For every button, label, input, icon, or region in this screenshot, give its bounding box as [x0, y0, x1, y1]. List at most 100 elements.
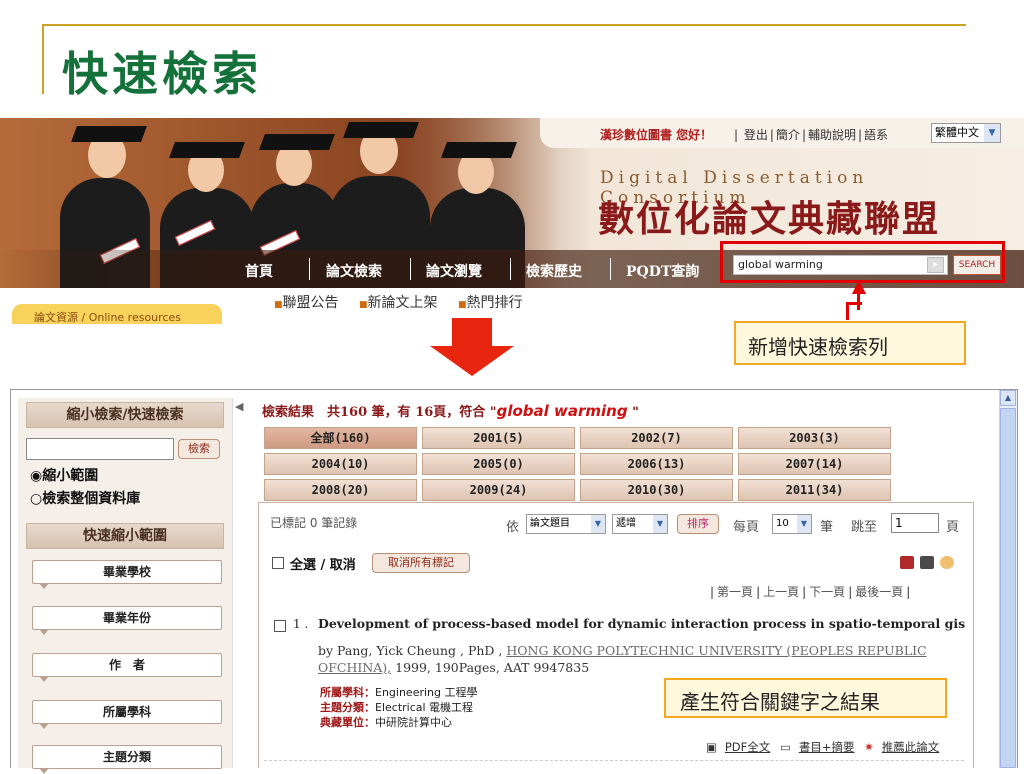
tab-2006[interactable]: 2006(13): [580, 453, 733, 475]
last-page-link[interactable]: 最後一頁: [855, 585, 903, 599]
chevron-down-icon: ▼: [591, 515, 605, 533]
tab-2011[interactable]: 2011(34): [738, 479, 891, 501]
book-icon: ▭: [779, 740, 791, 754]
per-page-unit: 筆: [820, 520, 834, 535]
scroll-up-icon[interactable]: ▲: [1000, 390, 1016, 406]
tab-2010[interactable]: 2010(30): [580, 479, 733, 501]
search-button[interactable]: SEARCH: [953, 255, 1001, 275]
facet-author[interactable]: 作 者: [32, 653, 222, 682]
nav-separator: [309, 258, 310, 280]
sort-order-select[interactable]: 遞增 ▼: [612, 514, 668, 534]
facet-year[interactable]: 畢業年份: [32, 606, 222, 635]
about-link[interactable]: 簡介: [776, 128, 800, 142]
tab-2008[interactable]: 2008(20): [264, 479, 417, 501]
ranking-link[interactable]: ■熱門排行: [458, 295, 523, 311]
brand-chinese: 數位化論文典藏聯盟: [598, 198, 941, 240]
quick-search-input[interactable]: global warming: [733, 255, 948, 275]
slide-title: 快速檢索: [62, 47, 262, 101]
save-icon[interactable]: [900, 556, 914, 569]
next-page-link[interactable]: 下一頁: [809, 585, 845, 599]
narrow-search-input[interactable]: [26, 438, 174, 460]
recommend-icon: ✷: [864, 740, 874, 754]
callout-new-search-bar: 新增快速檢索列: [734, 321, 966, 365]
sub-links: ■聯盟公告 ■新論文上架 ■熱門排行: [274, 292, 538, 312]
record-title[interactable]: Development of process-based model for d…: [318, 616, 965, 631]
chevron-down-icon: ▼: [797, 515, 811, 533]
language-select[interactable]: 繁體中文 ▼: [931, 123, 1001, 143]
radio-checked-icon: ◉: [30, 468, 43, 484]
meta-discipline: 所屬學科：Engineering 工程學: [320, 686, 478, 699]
chevron-down-icon[interactable]: ▼: [984, 124, 1000, 142]
meta-holding: 典藏單位：中研院計算中心: [320, 716, 452, 729]
logout-link[interactable]: 登出: [744, 128, 768, 142]
nav-home[interactable]: 首頁: [245, 261, 273, 281]
title-rule: [42, 24, 966, 26]
radio-unchecked-icon: ○: [30, 491, 43, 507]
new-theses-link[interactable]: ■新論文上架: [359, 295, 438, 311]
narrow-search-header: 縮小檢索/快速檢索: [26, 402, 224, 428]
radio-narrow[interactable]: ◉縮小範圍: [30, 465, 98, 485]
select-all-checkbox[interactable]: [272, 557, 284, 569]
jump-label: 跳至: [851, 520, 878, 535]
print-icon[interactable]: [920, 556, 934, 569]
email-icon[interactable]: [940, 556, 954, 569]
jump-unit: 頁: [946, 520, 960, 535]
facet-subject[interactable]: 主題分類: [32, 745, 222, 774]
pdf-icon: ▣: [706, 740, 717, 754]
quick-narrow-header: 快速縮小範圍: [26, 523, 224, 549]
tab-2009[interactable]: 2009(24): [422, 479, 575, 501]
tab-2007[interactable]: 2007(14): [738, 453, 891, 475]
first-page-link[interactable]: 第一頁: [717, 585, 753, 599]
marked-count: 已標記 0 筆記錄: [270, 516, 358, 530]
pdf-link[interactable]: PDF全文: [725, 740, 770, 754]
sort-button[interactable]: 排序: [677, 514, 719, 534]
callout-results: 產生符合關鍵字之結果: [664, 678, 947, 718]
nav-separator: [610, 258, 611, 280]
result-summary: 檢索結果 共160 筆，有 16頁，符合 "global warming ": [262, 402, 639, 420]
per-page-select[interactable]: 10 ▼: [772, 514, 812, 534]
top-links: | 登出 | 簡介 | 輔助說明 | 語系: [734, 128, 889, 142]
chevron-down-icon: ▼: [653, 515, 667, 533]
record-links: ▣ PDF全文 ▭ 書目+摘要 ✷ 推薦此論文: [706, 739, 939, 755]
select-all-label[interactable]: 全選 / 取消: [290, 554, 356, 573]
sort-by-label: 依: [506, 520, 520, 535]
record-byline: by Pang, Yick Cheung , PhD , HONG KONG P…: [318, 643, 927, 675]
greeting-text: 漢珍數位圖書 您好！: [600, 128, 713, 142]
recommend-link[interactable]: 推薦此論文: [882, 740, 940, 754]
radio-full-database[interactable]: ○檢索整個資料庫: [30, 488, 140, 508]
facet-school[interactable]: 畢業學校: [32, 560, 222, 589]
search-keyword: global warming: [496, 402, 628, 420]
tab-2004[interactable]: 2004(10): [264, 453, 417, 475]
jump-page-input[interactable]: 1: [891, 513, 939, 533]
clear-icon[interactable]: ▸: [927, 257, 944, 273]
sort-field-select[interactable]: 論文題目 ▼: [526, 514, 606, 534]
nav-browse[interactable]: 論文瀏覽: [426, 261, 482, 281]
tab-2001[interactable]: 2001(5): [422, 427, 575, 449]
record-divider: [264, 760, 964, 761]
announcement-link[interactable]: ■聯盟公告: [274, 295, 339, 311]
tab-2005[interactable]: 2005(0): [422, 453, 575, 475]
bullet-icon: ■: [274, 300, 283, 310]
narrow-search-button[interactable]: 檢索: [178, 439, 220, 459]
nav-history[interactable]: 檢索歷史: [526, 261, 582, 281]
help-link[interactable]: 輔助說明: [808, 128, 856, 142]
language-label: 語系: [864, 128, 889, 142]
arrow-down-head: [430, 346, 514, 376]
clear-marks-button[interactable]: 取消所有標記: [372, 553, 470, 573]
meta-subject: 主題分類：Electrical 電機工程: [320, 701, 474, 714]
record-checkbox[interactable]: [274, 620, 286, 632]
tab-2002[interactable]: 2002(7): [580, 427, 733, 449]
pager: | 第一頁 | 上一頁 | 下一頁 | 最後一頁 |: [710, 585, 911, 599]
abstract-link[interactable]: 書目+摘要: [799, 740, 855, 754]
facet-discipline[interactable]: 所屬學科: [32, 700, 222, 729]
resource-tab[interactable]: 論文資源 / Online resources: [12, 304, 222, 324]
tab-all[interactable]: 全部(160): [264, 427, 417, 449]
collapse-panel-icon[interactable]: ◀: [235, 400, 247, 460]
arrow-down-icon: [452, 318, 492, 346]
record-number: 1 .: [293, 617, 309, 631]
prev-page-link[interactable]: 上一頁: [763, 585, 799, 599]
scroll-thumb[interactable]: [1000, 408, 1016, 768]
nav-pqdt[interactable]: PQDT查詢: [626, 261, 699, 281]
tab-2003[interactable]: 2003(3): [738, 427, 891, 449]
nav-search[interactable]: 論文檢索: [326, 261, 382, 281]
